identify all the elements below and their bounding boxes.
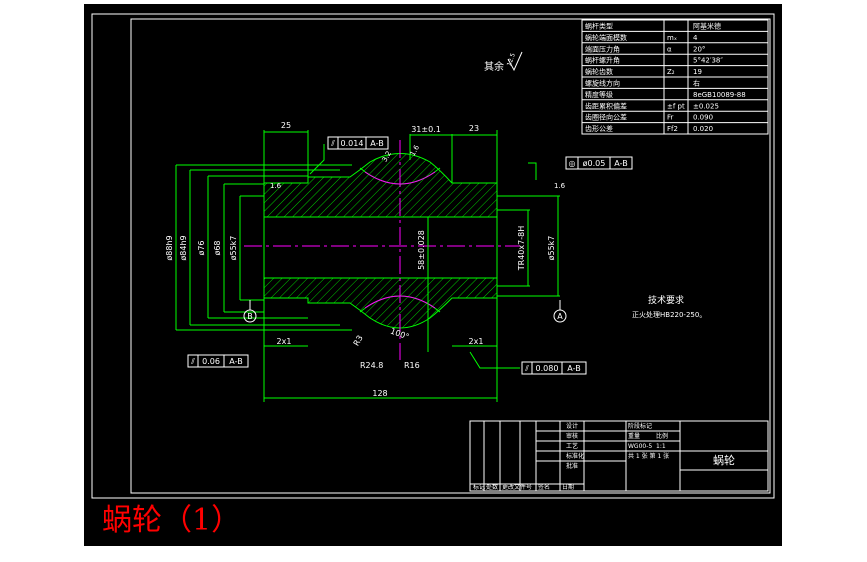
svg-text:0.080: 0.080 [536,364,559,373]
svg-text:ø0.05: ø0.05 [583,159,606,168]
svg-text:⫽: ⫽ [330,139,335,148]
param-name: 螺旋线方向 [585,79,620,88]
dimension-texts: 25 31±0.1 23 128 2x1 2x1 ø88h9 ø84h9 ø76… [165,121,566,398]
svg-text:阶段标记: 阶段标记 [628,422,652,430]
dim-phi84: ø84h9 [179,235,188,260]
svg-text:⫽: ⫽ [190,357,195,366]
datum-b: B [243,300,257,323]
svg-text:A-B: A-B [614,159,627,168]
svg-text:处数: 处数 [486,483,498,491]
svg-text:⫽: ⫽ [524,364,529,373]
svg-text:标准化: 标准化 [566,452,584,460]
svg-text:◎: ◎ [569,159,576,168]
svg-text:日期: 日期 [562,483,574,491]
tolerance-frame-4: ⫽ 0.080 A-B [521,361,587,375]
svg-text:A-B: A-B [370,139,383,148]
svg-text:更改文件号: 更改文件号 [502,483,532,491]
param-value: 阿基米德 [693,22,721,31]
dim-r248: R24.8 [360,361,383,370]
param-value: ±0.025 [693,102,719,110]
roughness-note: 其余 [484,60,504,73]
param-symbol: Z₂ [667,68,675,76]
dim-2x1-left: 2x1 [277,337,292,346]
tolerance-frame-1: ⫽ 0.014 A-B [327,136,389,150]
param-name: 蜗轮齿数 [585,67,613,76]
dim-2x1-right: 2x1 [469,337,484,346]
dim-tr40: TR40x7-8H [517,226,526,271]
param-name: 齿圈径向公差 [585,113,627,122]
param-value: 19 [693,68,702,76]
svg-text:A-B: A-B [229,357,242,366]
dim-phi68: ø68 [213,240,222,255]
svg-text:WG00-5: WG00-5 [628,443,652,450]
param-value: 5°42′38″ [693,57,723,65]
dim-r16: R16 [404,361,420,370]
param-name: 齿距累积偏差 [585,101,627,110]
svg-text:共 1 张 第 1 张: 共 1 张 第 1 张 [628,452,669,460]
drawing-caption: 蜗轮（1） [102,503,242,538]
dim-128: 128 [372,389,387,398]
param-symbol: α [667,45,672,53]
dim-31: 31±0.1 [411,125,441,134]
param-name: 精度等级 [585,90,613,99]
part-name: 蜗轮 [713,453,735,467]
svg-text:标记: 标记 [473,483,485,491]
param-name: 蜗轮端面模数 [585,33,627,42]
tech-title: 技术要求 [648,294,684,306]
dim-phi55-right: ø55k7 [547,236,556,261]
dim-23: 23 [469,124,479,133]
outer-border [91,13,775,499]
param-symbol: ±f pt [667,102,685,110]
svg-text:12.5: 12.5 [506,52,517,67]
dim-phi55: ø55k7 [229,236,238,261]
param-value: 20° [693,45,705,53]
svg-text:B: B [247,312,253,321]
svg-text:工艺: 工艺 [566,442,578,450]
param-value: 0.020 [693,125,713,133]
dim-phi88: ø88h9 [165,235,174,260]
tolerance-frame-3: ⫽ 0.06 A-B [187,354,249,368]
drawing-svg: 蜗杆类型 阿基米德蜗轮端面模数 mₓ 4 端面压力角 α 20° 蜗杆螺升角 5°42′38″ 蜗… [91,13,775,499]
roughness-symbol-main: 12.5 [506,51,523,72]
title-block-texts: 设计 审核 工艺 标准化 批准 标记 处数 更改文件号 签名 日期 阶段标记 重… [473,422,669,491]
dim-25: 25 [281,121,291,130]
param-symbol: mₓ [667,34,677,42]
param-symbol: Fr [667,114,674,122]
svg-text:A: A [557,312,563,321]
svg-text:签名: 签名 [538,483,550,491]
svg-text:审核: 审核 [566,432,578,440]
svg-text:0.06: 0.06 [202,357,220,366]
dim-angle: 100° [389,327,410,342]
svg-text:比例: 比例 [656,432,668,440]
svg-text:0.014: 0.014 [341,139,364,148]
tolerance-frame-2: ◎ ø0.05 A-B [565,156,633,170]
parameter-table: 蜗杆类型 阿基米德蜗轮端面模数 mₓ 4 端面压力角 α 20° 蜗杆螺升角 5°42′38″ 蜗… [581,19,769,135]
datum-a: A [553,300,567,323]
svg-text:1:1: 1:1 [656,443,666,450]
param-value: 4 [693,34,698,42]
dim-58: 58±0.028 [417,230,426,270]
param-value: 右 [693,79,700,88]
svg-text:设计: 设计 [566,422,578,430]
param-value: 8eGB10089-88 [693,91,746,99]
svg-text:批准: 批准 [566,462,578,470]
part-section-view [263,153,498,329]
dim-phi76: ø76 [197,240,206,255]
param-symbol: Ff2 [667,125,678,133]
rough-1: 1.6 [270,182,282,190]
param-name: 蜗杆螺升角 [585,56,620,65]
param-name: 端面压力角 [585,44,620,53]
param-value: 0.090 [693,114,713,122]
svg-text:A-B: A-B [567,364,580,373]
svg-text:重量: 重量 [628,432,640,440]
param-name: 齿形公差 [585,124,613,133]
param-name: 蜗杆类型 [585,22,613,31]
dim-r3: R3 [352,334,365,348]
inner-border [130,18,771,494]
rough-4: 1.6 [554,182,566,190]
tech-line: 正火处理HB220-250。 [632,310,706,319]
